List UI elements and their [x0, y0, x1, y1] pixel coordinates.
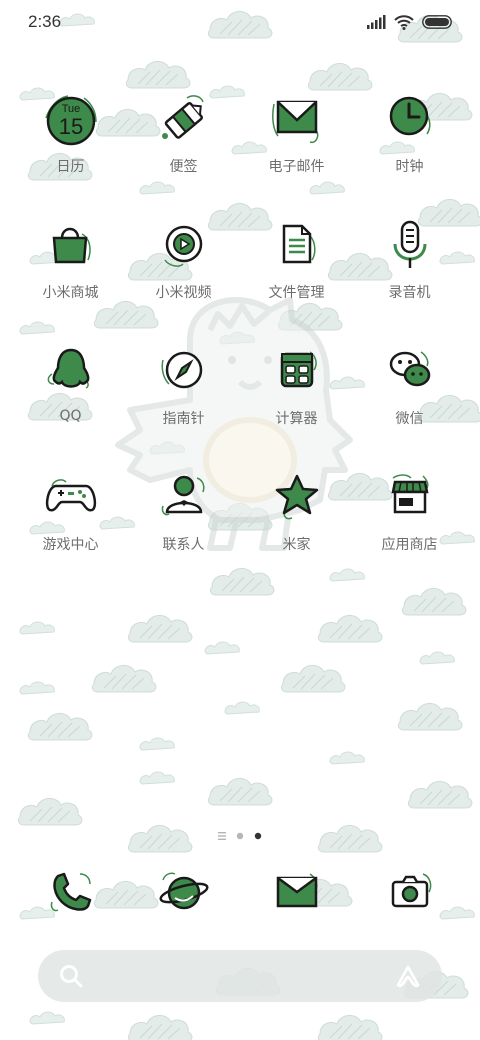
calendar-icon: Tue 15	[40, 88, 102, 150]
app-mi-video[interactable]: 小米视频	[127, 214, 240, 340]
app-contacts[interactable]: 联系人	[127, 466, 240, 592]
app-label: 小米商城	[42, 285, 99, 301]
compass-icon	[153, 340, 215, 402]
dock-camera[interactable]	[353, 862, 466, 928]
xiaoai-assistant-icon[interactable]	[394, 963, 422, 989]
dock-messages[interactable]	[240, 862, 353, 928]
search-bar[interactable]	[38, 950, 442, 1002]
dock-browser[interactable]	[127, 862, 240, 928]
page-indicator-list-icon[interactable]	[218, 832, 226, 840]
app-label: 文件管理	[268, 285, 325, 301]
app-wechat[interactable]: 微信	[353, 340, 466, 466]
app-app-store[interactable]: 应用商店	[353, 466, 466, 592]
microphone-icon	[379, 214, 441, 276]
phone-icon	[40, 862, 102, 924]
app-notes[interactable]: 便签	[127, 88, 240, 214]
notes-tag-icon	[153, 88, 215, 150]
app-label: 录音机	[388, 285, 431, 301]
app-calculator[interactable]: 计算器	[240, 340, 353, 466]
signal-icon	[367, 15, 386, 29]
qq-penguin-icon	[40, 340, 102, 402]
app-mijia[interactable]: 米家	[240, 466, 353, 592]
app-label: 联系人	[162, 537, 205, 553]
status-icons	[366, 14, 452, 30]
app-recorder[interactable]: 录音机	[353, 214, 466, 340]
app-game-center[interactable]: 游戏中心	[14, 466, 127, 592]
app-label: 日历	[56, 159, 85, 175]
browser-planet-icon	[153, 862, 215, 924]
app-mi-store[interactable]: 小米商城	[14, 214, 127, 340]
shopping-bag-icon	[40, 214, 102, 276]
app-label: 游戏中心	[42, 537, 99, 553]
contact-person-icon	[153, 466, 215, 528]
app-label: 电子邮件	[268, 159, 325, 175]
calculator-icon	[266, 340, 328, 402]
battery-icon	[422, 15, 452, 29]
app-label: 米家	[282, 537, 311, 553]
app-label: 计算器	[275, 411, 318, 427]
svg-text:15: 15	[58, 114, 82, 139]
email-icon	[266, 88, 328, 150]
app-label: 便签	[169, 159, 198, 175]
app-label: 应用商店	[381, 537, 438, 553]
camera-icon	[379, 862, 441, 924]
app-calendar[interactable]: Tue 15 日历	[14, 88, 127, 214]
app-store-icon	[379, 466, 441, 528]
search-icon[interactable]	[58, 963, 84, 989]
wifi-icon	[394, 14, 414, 30]
dock	[14, 862, 466, 928]
app-label: 指南针	[162, 411, 205, 427]
page-dot-active[interactable]	[254, 832, 262, 840]
app-clock[interactable]: 时钟	[353, 88, 466, 214]
app-email[interactable]: 电子邮件	[240, 88, 353, 214]
app-label: QQ	[59, 408, 82, 424]
page-dot[interactable]	[236, 832, 244, 840]
file-icon	[266, 214, 328, 276]
app-label: 小米视频	[155, 285, 212, 301]
clock-icon	[379, 88, 441, 150]
app-file-manager[interactable]: 文件管理	[240, 214, 353, 340]
messages-icon	[266, 862, 328, 924]
wechat-icon	[379, 340, 441, 402]
status-time: 2:36	[28, 12, 62, 31]
page-indicator[interactable]	[0, 829, 480, 843]
app-label: 微信	[395, 411, 424, 427]
status-bar: 2:36	[0, 0, 480, 44]
app-grid: Tue 15 日历 便签 电子邮件 时钟 小米商城 小米视频 文件管理 录音机 …	[14, 88, 466, 592]
app-qq[interactable]: QQ	[14, 340, 127, 466]
star-icon	[266, 466, 328, 528]
dock-phone[interactable]	[14, 862, 127, 928]
video-play-icon	[153, 214, 215, 276]
gamepad-icon	[40, 466, 102, 528]
app-compass[interactable]: 指南针	[127, 340, 240, 466]
app-label: 时钟	[395, 159, 424, 175]
